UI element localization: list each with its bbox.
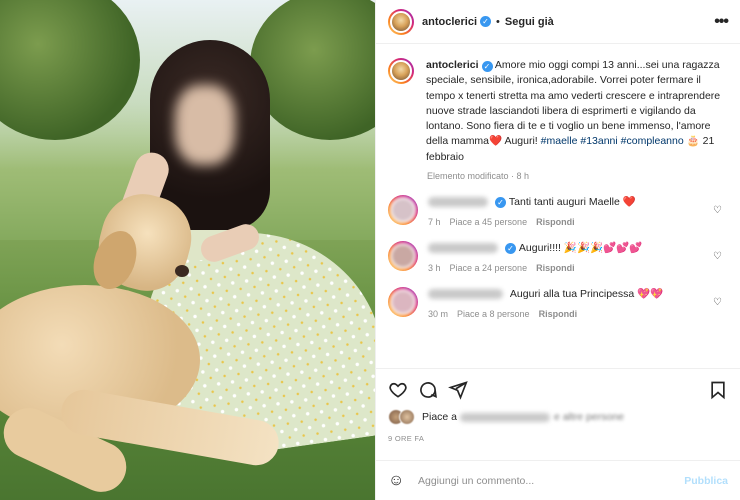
author-username[interactable]: antoclerici: [422, 16, 477, 28]
verified-badge-icon: ✓: [505, 242, 516, 254]
comment-likes[interactable]: Piace a 24 persone: [450, 263, 528, 273]
photo-dog: [0, 184, 283, 500]
verified-badge-icon: ✓: [495, 196, 506, 208]
share-paper-plane-icon[interactable]: [448, 380, 468, 400]
caption-text: antoclerici ✓ Amore mio oggi compi 13 ann…: [426, 58, 726, 165]
publish-button[interactable]: Pubblica: [684, 475, 728, 487]
hashtag-link[interactable]: #compleanno: [621, 135, 684, 147]
comment-text: Auguri alla tua Principessa: [509, 288, 635, 301]
like-heart-icon[interactable]: [388, 380, 408, 400]
comment-item: ✓ Auguri!!!! 🎉🎉🎉💕💕💕 3 h Piace a 24 person…: [388, 241, 728, 273]
caption-meta: Elemento modificato · 8 h: [427, 171, 530, 182]
comment-emoji: ❤️: [622, 196, 636, 209]
comment-input[interactable]: [418, 474, 685, 487]
bookmark-icon[interactable]: [708, 380, 728, 400]
comment-like-heart-icon[interactable]: ♡: [713, 251, 722, 262]
comment-like-heart-icon[interactable]: ♡: [713, 297, 722, 308]
comment-likes[interactable]: Piace a 8 persone: [457, 309, 530, 319]
caption-greeting: Auguri!: [504, 135, 538, 148]
post-timestamp[interactable]: 9 ORE FA: [388, 434, 424, 443]
comment-avatar[interactable]: [388, 241, 418, 272]
post-photo[interactable]: [0, 0, 375, 500]
comment-avatar[interactable]: [388, 195, 418, 226]
more-options-icon[interactable]: •••: [714, 13, 729, 31]
reply-button[interactable]: Rispondi: [536, 217, 575, 227]
cake-emoji: 🎂: [686, 135, 700, 148]
comment-likes[interactable]: Piace a 45 persone: [450, 217, 528, 227]
comment-time: 7 h: [428, 217, 441, 228]
comment-item: ✓ Tanti tanti auguri Maelle ❤️ 7 h Piace …: [388, 195, 728, 227]
liker-avatar: [399, 409, 415, 425]
caption: antoclerici ✓ Amore mio oggi compi 13 ann…: [388, 58, 728, 165]
comment-time: 30 m: [428, 309, 449, 320]
post-sidebar: antoclerici ✓ • Segui già ••• antocleric…: [375, 0, 740, 500]
separator-dot: •: [496, 15, 500, 28]
comment-text: Auguri!!!!: [518, 242, 561, 255]
hashtag-link[interactable]: #maelle: [541, 135, 578, 147]
blurred-username[interactable]: [428, 197, 488, 208]
comment-like-heart-icon[interactable]: ♡: [713, 205, 722, 216]
comment-item: Auguri alla tua Principessa 💖💖 30 m Piace…: [388, 287, 728, 319]
post-header: antoclerici ✓ • Segui già •••: [376, 0, 740, 44]
verified-badge-icon: ✓: [480, 16, 492, 27]
blurred-username[interactable]: [428, 243, 498, 254]
add-comment-bar: ☺ Pubblica: [376, 460, 740, 500]
likes-summary[interactable]: Piace a e altre persone: [388, 409, 624, 425]
author-avatar[interactable]: [388, 8, 414, 35]
dog-nose: [175, 265, 189, 277]
comment-text: Tanti tanti auguri Maelle: [508, 196, 620, 209]
action-bar: [376, 368, 740, 410]
comment-bubble-icon[interactable]: [418, 380, 438, 400]
emoji-smiley-icon[interactable]: ☺: [388, 472, 410, 490]
reply-button[interactable]: Rispondi: [536, 263, 575, 273]
comment-emoji: 💖💖: [637, 288, 664, 301]
photo-blurred-face: [175, 85, 235, 165]
instagram-post: antoclerici ✓ • Segui già ••• antocleric…: [0, 0, 740, 500]
caption-username[interactable]: antoclerici: [426, 59, 479, 71]
hashtag-link[interactable]: #13anni: [580, 135, 617, 147]
likes-prefix: Piace a: [422, 411, 458, 423]
comment-avatar[interactable]: [388, 287, 418, 318]
comment-emoji: 🎉🎉🎉💕💕💕: [563, 242, 643, 255]
verified-badge-icon: ✓: [481, 61, 493, 72]
reply-button[interactable]: Rispondi: [539, 309, 578, 319]
comment-time: 3 h: [428, 263, 441, 274]
likes-suffix: e altre persone: [553, 411, 624, 423]
caption-avatar[interactable]: [388, 58, 414, 84]
comments-scroll[interactable]: antoclerici ✓ Amore mio oggi compi 13 ann…: [376, 44, 740, 368]
blurred-liker-name[interactable]: [459, 412, 550, 422]
following-button[interactable]: Segui già: [505, 16, 554, 28]
blurred-username[interactable]: [428, 289, 503, 300]
heart-emoji: ❤️: [489, 135, 503, 148]
